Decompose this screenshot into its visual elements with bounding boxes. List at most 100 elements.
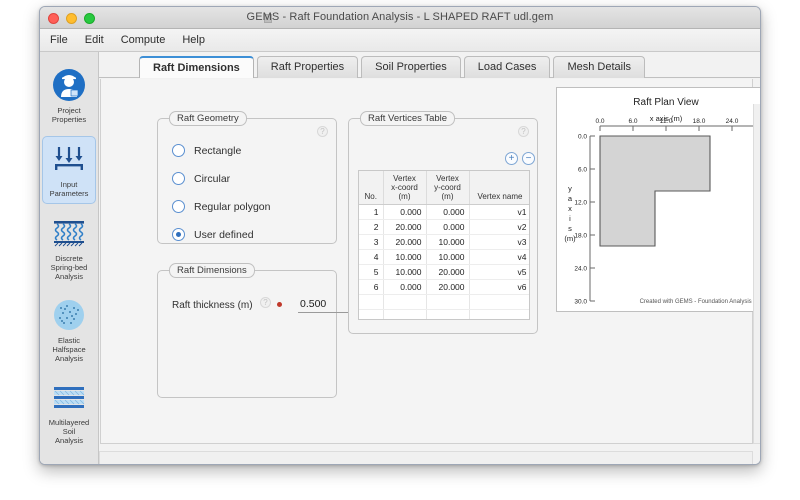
raft-vertices-table-help-icon[interactable]: ? xyxy=(518,126,529,137)
tab-bar: Raft Dimensions Raft Properties Soil Pro… xyxy=(99,52,760,78)
cell-vertex-name[interactable]: v2 xyxy=(469,219,529,235)
table-row[interactable]: 6 0.000 20.000 v6 xyxy=(359,279,529,295)
radio-label: Circular xyxy=(194,172,231,185)
cell-no[interactable]: 4 xyxy=(359,249,384,265)
vertices-table-body: 1 0.000 0.000 v1 2 20.000 0.000 v2 3 20.000 10.000… xyxy=(359,204,529,319)
raft-geometry-help-icon[interactable]: ? xyxy=(317,126,328,137)
column-header-no[interactable]: No. xyxy=(359,171,384,205)
x-axis-tick-label: 12.0 xyxy=(660,118,673,125)
raft-plan-view-plot: 0.0 6.0 12.0 18.0 24.0 30.0 0.0 6.0 12.0 18.0 24.0… xyxy=(574,118,760,306)
table-row[interactable]: 3 20.000 10.000 v3 xyxy=(359,234,529,250)
cell-x-coord[interactable]: 0.000 xyxy=(383,204,427,220)
cell-y-coord[interactable]: 10.000 xyxy=(426,234,470,250)
add-vertex-button[interactable]: + xyxy=(505,152,518,165)
cell-vertex-name[interactable]: v3 xyxy=(469,234,529,250)
table-row[interactable]: 4 10.000 10.000 v4 xyxy=(359,249,529,265)
cell-empty[interactable] xyxy=(469,309,529,319)
cell-no[interactable]: 2 xyxy=(359,219,384,235)
cell-vertex-name[interactable]: v1 xyxy=(469,204,529,220)
sidebar-item-project-properties[interactable]: Project Properties xyxy=(42,63,96,129)
table-row[interactable]: 5 10.000 20.000 v5 xyxy=(359,264,529,280)
sidebar-item-elastic-halfspace-analysis[interactable]: Elastic Halfspace Analysis xyxy=(42,293,96,368)
cell-empty[interactable] xyxy=(359,309,384,319)
menu-item-compute[interactable]: Compute xyxy=(121,34,166,46)
table-row-empty[interactable] xyxy=(359,294,529,310)
cell-empty[interactable] xyxy=(383,294,427,310)
downward-arrows-icon xyxy=(51,141,87,177)
tab-mesh-details[interactable]: Mesh Details xyxy=(553,56,646,78)
raft-thickness-help-icon[interactable]: ? xyxy=(260,297,271,308)
cell-no[interactable]: 3 xyxy=(359,234,384,250)
radio-button-icon xyxy=(172,172,185,185)
radio-label: Rectangle xyxy=(194,144,242,157)
cell-y-coord[interactable]: 20.000 xyxy=(426,264,470,280)
column-header-x-coord[interactable]: Vertex x-coord (m) xyxy=(383,171,427,205)
window-title: GEMS - Raft Foundation Analysis - L SHAP… xyxy=(246,11,554,23)
tab-raft-dimensions[interactable]: Raft Dimensions xyxy=(139,56,254,78)
cell-y-coord[interactable]: 0.000 xyxy=(426,219,470,235)
cell-y-coord[interactable]: 10.000 xyxy=(426,249,470,265)
title-bar: GEMS - Raft Foundation Analysis - L SHAP… xyxy=(40,7,760,29)
header-line: Vertex xyxy=(436,174,459,183)
remove-vertex-button[interactable]: − xyxy=(522,152,535,165)
cell-x-coord[interactable]: 20.000 xyxy=(383,234,427,250)
column-header-vertex-name[interactable]: Vertex name xyxy=(469,171,529,205)
raft-dimensions-group: Raft Dimensions Raft thickness (m) ? xyxy=(157,263,364,398)
raft-geometry-title: Raft Geometry xyxy=(169,111,247,126)
tab-raft-properties[interactable]: Raft Properties xyxy=(256,56,359,78)
menu-item-help[interactable]: Help xyxy=(182,34,205,46)
cell-x-coord[interactable]: 0.000 xyxy=(383,279,427,295)
radio-user-defined[interactable]: User defined xyxy=(172,228,254,241)
tab-load-cases[interactable]: Load Cases xyxy=(463,56,551,78)
soil-layers-icon xyxy=(51,379,87,415)
cell-empty[interactable] xyxy=(359,294,384,310)
table-row-empty[interactable] xyxy=(359,309,529,319)
menu-item-file[interactable]: File xyxy=(50,34,68,46)
cell-y-coord[interactable]: 0.000 xyxy=(426,204,470,220)
raft-thickness-label: Raft thickness (m) xyxy=(172,300,253,311)
required-field-marker xyxy=(277,302,282,307)
radio-regular-polygon[interactable]: Regular polygon xyxy=(172,200,270,213)
cell-vertex-name[interactable]: v5 xyxy=(469,264,529,280)
application-window: GEMS - Raft Foundation Analysis - L SHAP… xyxy=(39,6,761,465)
cell-empty[interactable] xyxy=(469,294,529,310)
cell-x-coord[interactable]: 10.000 xyxy=(383,264,427,280)
sidebar-item-discrete-spring-bed-analysis[interactable]: Discrete Spring-bed Analysis xyxy=(42,211,96,286)
x-axis-tick-label: 0.0 xyxy=(595,118,604,125)
cell-x-coord[interactable]: 20.000 xyxy=(383,219,427,235)
sidebar-item-label: Multilayered Soil Analysis xyxy=(48,418,90,445)
cell-no[interactable]: 1 xyxy=(359,204,384,220)
menu-item-edit[interactable]: Edit xyxy=(85,34,104,46)
halfspace-dots-icon xyxy=(51,297,87,333)
y-axis-tick-label: 6.0 xyxy=(578,167,587,174)
spring-bed-icon xyxy=(51,215,87,251)
cell-empty[interactable] xyxy=(426,309,470,319)
radio-button-icon xyxy=(172,144,185,157)
table-row[interactable]: 1 0.000 0.000 v1 xyxy=(359,204,529,220)
sidebar-item-input-parameters[interactable]: Input Parameters xyxy=(42,136,96,204)
cell-no[interactable]: 6 xyxy=(359,279,384,295)
cell-empty[interactable] xyxy=(426,294,470,310)
vertical-scrollbar[interactable] xyxy=(753,104,760,444)
radio-circular[interactable]: Circular xyxy=(172,172,230,185)
window-body: Project Properties Input Parameters Disc… xyxy=(40,52,760,464)
sidebar-item-label: Discrete Spring-bed Analysis xyxy=(50,254,88,281)
cell-empty[interactable] xyxy=(383,309,427,319)
column-header-y-coord[interactable]: Vertex y-coord (m) xyxy=(426,171,470,205)
header-line: No. xyxy=(364,192,377,201)
horizontal-scrollbar[interactable] xyxy=(99,451,753,464)
cell-vertex-name[interactable]: v4 xyxy=(469,249,529,265)
resize-grip[interactable] xyxy=(746,451,759,464)
sidebar-item-multilayered-soil-analysis[interactable]: Multilayered Soil Analysis xyxy=(42,375,96,450)
table-row[interactable]: 2 20.000 0.000 v2 xyxy=(359,219,529,235)
cell-y-coord[interactable]: 20.000 xyxy=(426,279,470,295)
cell-vertex-name[interactable]: v6 xyxy=(469,279,529,295)
vertices-table-scroll-area[interactable]: No. Vertex x-coord (m) Vertex y-coord (m… xyxy=(358,170,530,320)
content-panel: Raft Geometry ? Rectangle Circular Regul… xyxy=(100,79,760,444)
cell-no[interactable]: 5 xyxy=(359,264,384,280)
tab-soil-properties[interactable]: Soil Properties xyxy=(361,56,461,78)
radio-rectangle[interactable]: Rectangle xyxy=(172,144,241,157)
table-header-row: No. Vertex x-coord (m) Vertex y-coord (m… xyxy=(359,171,529,205)
cell-x-coord[interactable]: 10.000 xyxy=(383,249,427,265)
header-line: x-coord xyxy=(391,183,418,192)
